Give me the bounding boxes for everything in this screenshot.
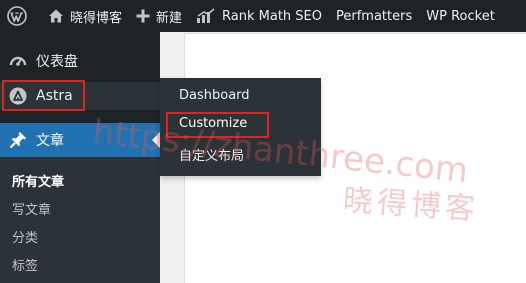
new-content-label: 新建 bbox=[156, 10, 183, 26]
dashboard-gauge-icon bbox=[9, 52, 27, 70]
sidebar-item-posts[interactable]: 文章 bbox=[0, 123, 160, 157]
submenu-write-post[interactable]: 写文章 bbox=[12, 199, 51, 218]
wordpress-menu[interactable] bbox=[0, 0, 41, 32]
astra-highlight-box bbox=[2, 80, 85, 111]
sidebar-item-dashboard[interactable]: 仪表盘 bbox=[0, 48, 160, 74]
posts-submenu: 所有文章 写文章 分类 标签 bbox=[0, 157, 160, 283]
plus-icon bbox=[136, 9, 150, 23]
sidebar-item-dashboard-label: 仪表盘 bbox=[36, 54, 78, 70]
flyout-item-custom-layouts[interactable]: 自定义布局 bbox=[179, 145, 244, 164]
sidebar-item-posts-label: 文章 bbox=[36, 133, 64, 149]
home-icon bbox=[48, 8, 64, 24]
submenu-categories[interactable]: 分类 bbox=[12, 227, 38, 246]
rank-math-menu[interactable]: Rank Math SEO bbox=[189, 0, 329, 32]
submenu-all-posts[interactable]: 所有文章 bbox=[12, 171, 64, 190]
flyout-pointer bbox=[152, 84, 160, 100]
perfmatters-label: Perfmatters bbox=[336, 8, 413, 24]
new-content-menu[interactable]: 新建 bbox=[129, 0, 189, 32]
wordpress-logo-icon[interactable] bbox=[7, 6, 27, 26]
site-name-link[interactable]: 晓得博客 bbox=[41, 0, 129, 32]
site-name-label: 晓得博客 bbox=[70, 10, 123, 26]
perfmatters-menu[interactable]: Perfmatters bbox=[329, 0, 419, 32]
wp-rocket-menu[interactable]: WP Rocket bbox=[419, 0, 502, 32]
rank-math-label: Rank Math SEO bbox=[222, 8, 322, 24]
active-menu-arrow bbox=[152, 132, 160, 148]
admin-bar: 晓得博客 新建 Rank Math SEO Perfmatters WP Roc… bbox=[0, 0, 526, 32]
flyout-item-dashboard[interactable]: Dashboard bbox=[179, 88, 250, 103]
customize-highlight-box bbox=[166, 112, 269, 138]
rank-math-icon bbox=[196, 8, 216, 24]
admin-sidebar: 仪表盘 Astra 文章 所有文章 写文章 分类 标签 bbox=[0, 32, 160, 283]
submenu-tags[interactable]: 标签 bbox=[12, 255, 38, 274]
pushpin-icon bbox=[9, 131, 27, 149]
wp-rocket-label: WP Rocket bbox=[426, 8, 495, 24]
